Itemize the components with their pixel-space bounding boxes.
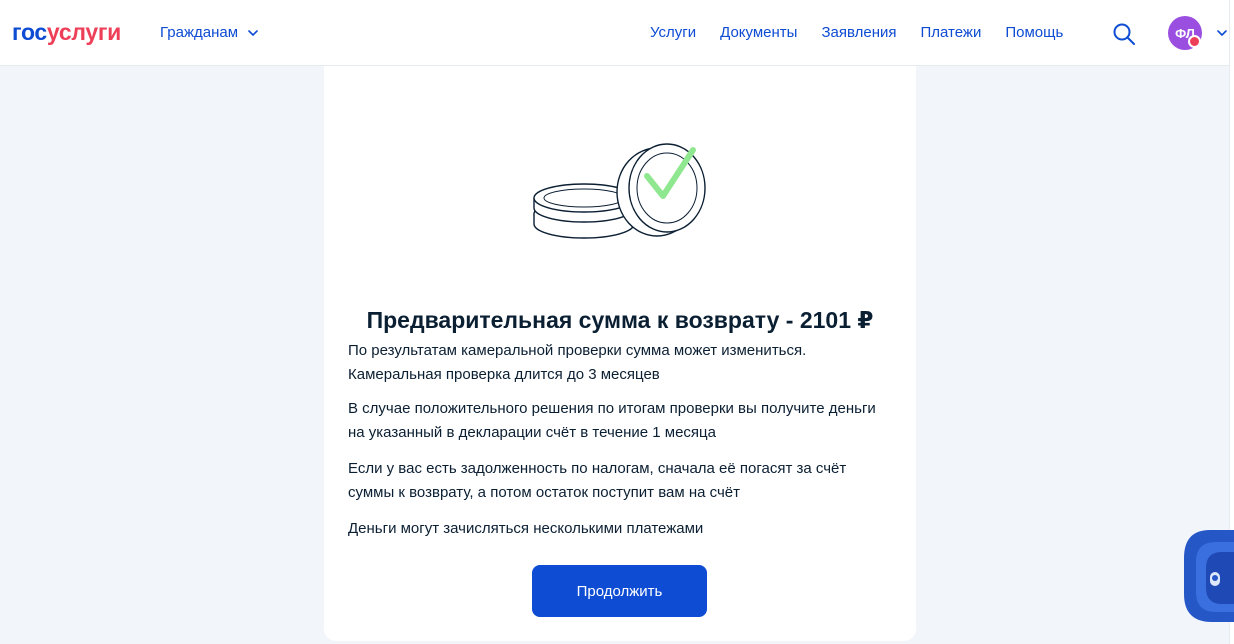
nav-item-documents[interactable]: Документы bbox=[720, 24, 797, 42]
nav-item-payments[interactable]: Платежи bbox=[921, 24, 982, 42]
info-paragraph-payments: Деньги могут зачисляться несколькими пла… bbox=[348, 520, 704, 537]
logo-part-gos: гос bbox=[12, 19, 47, 45]
info-paragraph-check: По результатам камеральной проверки сумм… bbox=[348, 342, 807, 383]
refund-amount-title: Предварительная сумма к возврату - 2101 … bbox=[366, 307, 874, 333]
main-nav: Услуги Документы Заявления Платежи Помощ… bbox=[650, 24, 1063, 42]
notification-dot bbox=[1188, 35, 1201, 48]
audience-label: Гражданам bbox=[160, 24, 239, 41]
header: госуслуги Гражданам Услуги Документы Зая… bbox=[0, 0, 1234, 66]
nav-item-applications[interactable]: Заявления bbox=[821, 24, 896, 42]
coins-checkmark-illustration bbox=[529, 136, 709, 246]
search-icon[interactable] bbox=[1112, 22, 1136, 46]
nav-item-help[interactable]: Помощь bbox=[1005, 24, 1063, 42]
chevron-down-icon bbox=[246, 26, 260, 40]
nav-item-services[interactable]: Услуги bbox=[650, 24, 696, 42]
robot-assistant-icon[interactable] bbox=[1182, 530, 1234, 622]
info-paragraph-decision: В случае положительного решения по итога… bbox=[348, 400, 876, 441]
chevron-down-icon[interactable] bbox=[1215, 26, 1229, 40]
user-avatar[interactable]: ФЛ bbox=[1168, 16, 1202, 50]
refund-card: Предварительная сумма к возврату - 2101 … bbox=[324, 66, 916, 641]
continue-button[interactable]: Продолжить bbox=[532, 565, 707, 617]
logo-part-uslugi: услуги bbox=[46, 19, 121, 45]
audience-selector[interactable]: Гражданам bbox=[160, 24, 260, 42]
gosuslugi-logo[interactable]: госуслуги bbox=[12, 19, 121, 45]
info-paragraph-debt: Если у вас есть задолженность по налогам… bbox=[348, 460, 847, 501]
